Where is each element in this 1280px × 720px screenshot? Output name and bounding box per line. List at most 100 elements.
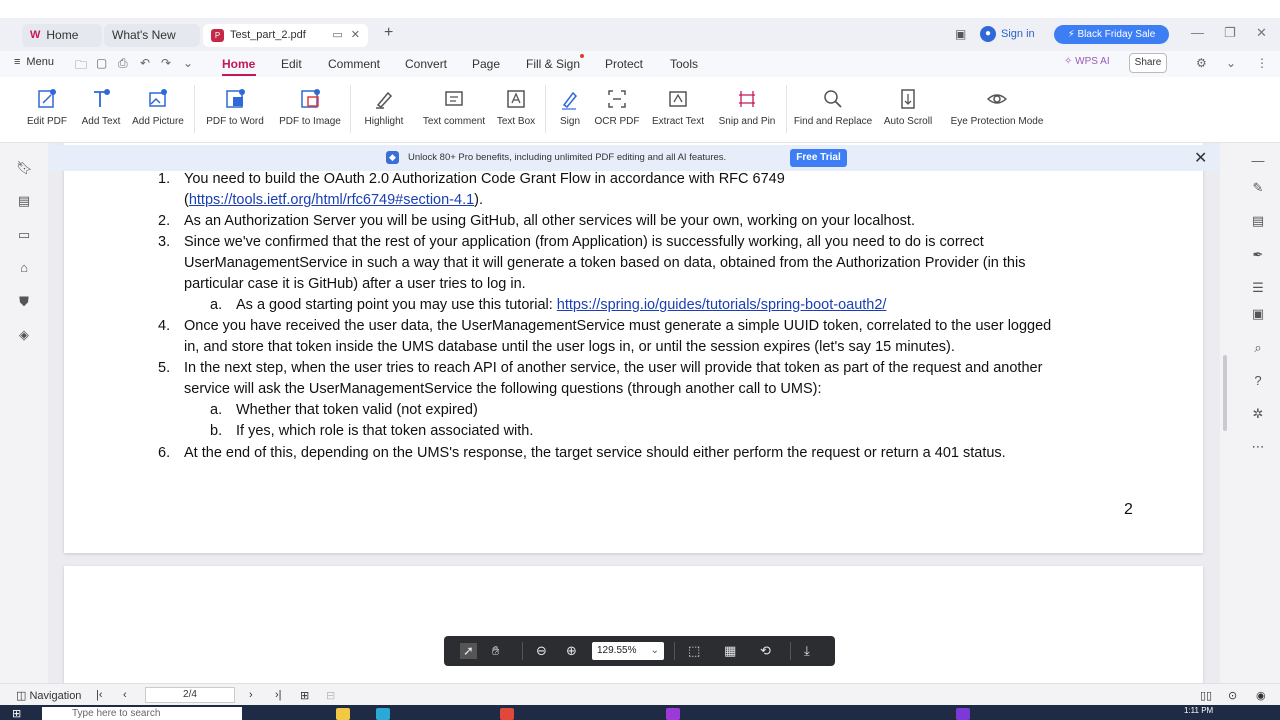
settings-icon[interactable]: ⚙ (1196, 56, 1207, 70)
sign-button[interactable]: Sign (553, 87, 587, 135)
pin-tab-icon[interactable]: ▭ (332, 24, 342, 47)
rotate-icon[interactable]: ⟲ (760, 643, 771, 659)
eye-icon[interactable]: ◉ (1256, 689, 1266, 702)
menu-protect[interactable]: Protect (605, 57, 643, 71)
menu-edit[interactable]: Edit (281, 57, 302, 71)
ocr-pdf-button[interactable]: OCR PDF (595, 87, 640, 135)
close-tab-icon[interactable]: ✕ (351, 24, 360, 47)
taskbar-search-input[interactable]: Type here to search (42, 707, 242, 720)
select-tool-icon[interactable]: ➚ (460, 643, 477, 659)
thumbnails-icon[interactable]: ▤ (16, 193, 32, 209)
sign-in-button[interactable]: ● Sign in (980, 25, 1035, 43)
edit-icon[interactable]: ✎ (1250, 180, 1266, 196)
fit-page-icon[interactable]: ⊟ (326, 689, 335, 702)
print-icon[interactable]: ⎙ (118, 56, 128, 71)
wps-ai-button[interactable]: ✧ WPS AI (1064, 56, 1110, 67)
vertical-scrollbar[interactable] (1222, 150, 1228, 670)
snip-and-pin-button[interactable]: Snip and Pin (718, 87, 776, 135)
new-tab-button[interactable]: + (384, 24, 393, 42)
last-page-icon[interactable]: ›| (275, 689, 282, 701)
undo-icon[interactable]: ↶ (140, 56, 150, 70)
eye-protection-button[interactable]: Eye Protection Mode (946, 87, 1048, 135)
zoom-in-icon[interactable]: ⊕ (566, 643, 577, 659)
pen-icon[interactable]: ✒ (1250, 247, 1266, 263)
rfc-link[interactable]: https://tools.ietf.org/html/rfc6749#sect… (189, 192, 474, 208)
format-icon[interactable]: ☰ (1250, 280, 1266, 296)
bookmark-icon[interactable]: 🔖︎ (16, 160, 33, 176)
edit-pdf-button[interactable]: Edit PDF (22, 87, 72, 135)
pdf-to-image-button[interactable]: PDF to Image (278, 87, 342, 135)
menu-fill-sign[interactable]: Fill & Sign (526, 57, 580, 71)
play-icon[interactable]: ⊙ (1228, 689, 1237, 702)
layers-icon[interactable]: ◈ (16, 327, 32, 343)
free-trial-button[interactable]: Free Trial (790, 149, 847, 167)
close-window-icon[interactable]: ✕ (1256, 25, 1267, 41)
page-layout-icon[interactable]: ▦ (724, 643, 736, 659)
plugin-icon[interactable]: ✲ (1250, 406, 1266, 422)
menu-convert[interactable]: Convert (405, 57, 447, 71)
menu-comment[interactable]: Comment (328, 57, 380, 71)
menu-home[interactable]: Home (222, 57, 255, 71)
page-icon[interactable]: ▣ (1250, 306, 1266, 322)
file-explorer-icon[interactable] (336, 708, 350, 720)
layout-icon[interactable]: ▣ (955, 27, 966, 41)
tutorial-link[interactable]: https://spring.io/guides/tutorials/sprin… (557, 297, 887, 313)
add-picture-button[interactable]: Add Picture (130, 87, 186, 135)
chrome-icon[interactable] (500, 708, 514, 720)
wps-office-icon[interactable] (666, 708, 680, 720)
text-box-button[interactable]: Text Box (495, 87, 537, 135)
windows-start-icon[interactable]: ⊞ (12, 707, 26, 720)
scrollbar-thumb[interactable] (1223, 355, 1227, 431)
hand-tool-icon[interactable]: ✋︎ (492, 643, 499, 659)
tab-document[interactable]: P Test_part_2.pdf ▭ ✕ (203, 24, 368, 47)
menu-tools[interactable]: Tools (670, 57, 698, 71)
add-text-button[interactable]: Add Text (78, 87, 124, 135)
pdf-file-icon: P (211, 29, 224, 42)
menu-page[interactable]: Page (472, 57, 500, 71)
find-replace-button[interactable]: Find and Replace (794, 87, 872, 135)
redo-icon[interactable]: ↷ (161, 56, 171, 70)
document-icon[interactable]: ▤ (1250, 213, 1266, 229)
tab-whats-new[interactable]: What's New (104, 24, 200, 47)
prev-page-icon[interactable]: ‹ (123, 689, 127, 701)
page-input[interactable]: 2/4 (145, 687, 235, 703)
close-icon[interactable]: ✕ (1194, 148, 1207, 168)
more-icon[interactable]: ⋯ (1250, 439, 1266, 455)
fit-page-icon[interactable]: ⬚ (688, 643, 700, 659)
wps-logo-icon: W (30, 29, 41, 41)
tag-icon[interactable]: ⌂ (16, 260, 32, 276)
more-dropdown-icon[interactable]: ⌄ (183, 56, 193, 70)
share-button[interactable]: Share (1129, 53, 1167, 73)
main-menu-button[interactable]: ≡ Menu (14, 56, 54, 68)
collapse-icon[interactable]: — (1250, 153, 1266, 169)
download-icon[interactable]: ⤓ (804, 643, 810, 659)
minimize-icon[interactable]: — (1191, 25, 1204, 40)
navigation-toggle[interactable]: ◫ Navigation (16, 689, 81, 702)
open-folder-icon[interactable]: 🗀 (75, 56, 87, 77)
tab-home[interactable]: W Home (22, 24, 102, 47)
edit-pdf-label: Edit PDF (26, 116, 67, 127)
text-comment-button[interactable]: Text comment (421, 87, 487, 135)
search-icon[interactable]: ⌕ (1250, 340, 1266, 356)
next-page-icon[interactable]: › (249, 689, 253, 701)
more-options-icon[interactable]: ⋮ (1256, 56, 1268, 70)
restore-icon[interactable]: ❐ (1224, 25, 1236, 41)
fit-width-icon[interactable]: ⊞ (300, 689, 309, 702)
app-icon[interactable] (956, 708, 970, 720)
save-icon[interactable]: ▢ (96, 56, 107, 70)
auto-scroll-button[interactable]: Auto Scroll (880, 87, 936, 135)
first-page-icon[interactable]: |‹ (96, 689, 103, 701)
pdf-to-word-button[interactable]: PDF to Word (202, 87, 268, 135)
comments-icon[interactable]: ▭ (16, 227, 32, 243)
highlight-button[interactable]: Highlight (358, 87, 410, 135)
edge-browser-icon[interactable] (376, 708, 390, 720)
zoom-out-icon[interactable]: ⊖ (536, 643, 547, 659)
reading-mode-icon[interactable]: ▯▯ (1200, 689, 1212, 702)
stamp-icon[interactable]: ⛊ (16, 294, 32, 310)
black-friday-sale-button[interactable]: ⚡ Black Friday Sale (1054, 25, 1169, 44)
extract-text-button[interactable]: Extract Text (648, 87, 708, 135)
help-icon[interactable]: ? (1250, 373, 1266, 389)
chevron-down-icon[interactable]: ⌄ (1226, 56, 1236, 70)
zoom-level-select[interactable]: 129.55% ⌄ (592, 642, 664, 660)
snip-and-pin-label: Snip and Pin (718, 116, 776, 127)
